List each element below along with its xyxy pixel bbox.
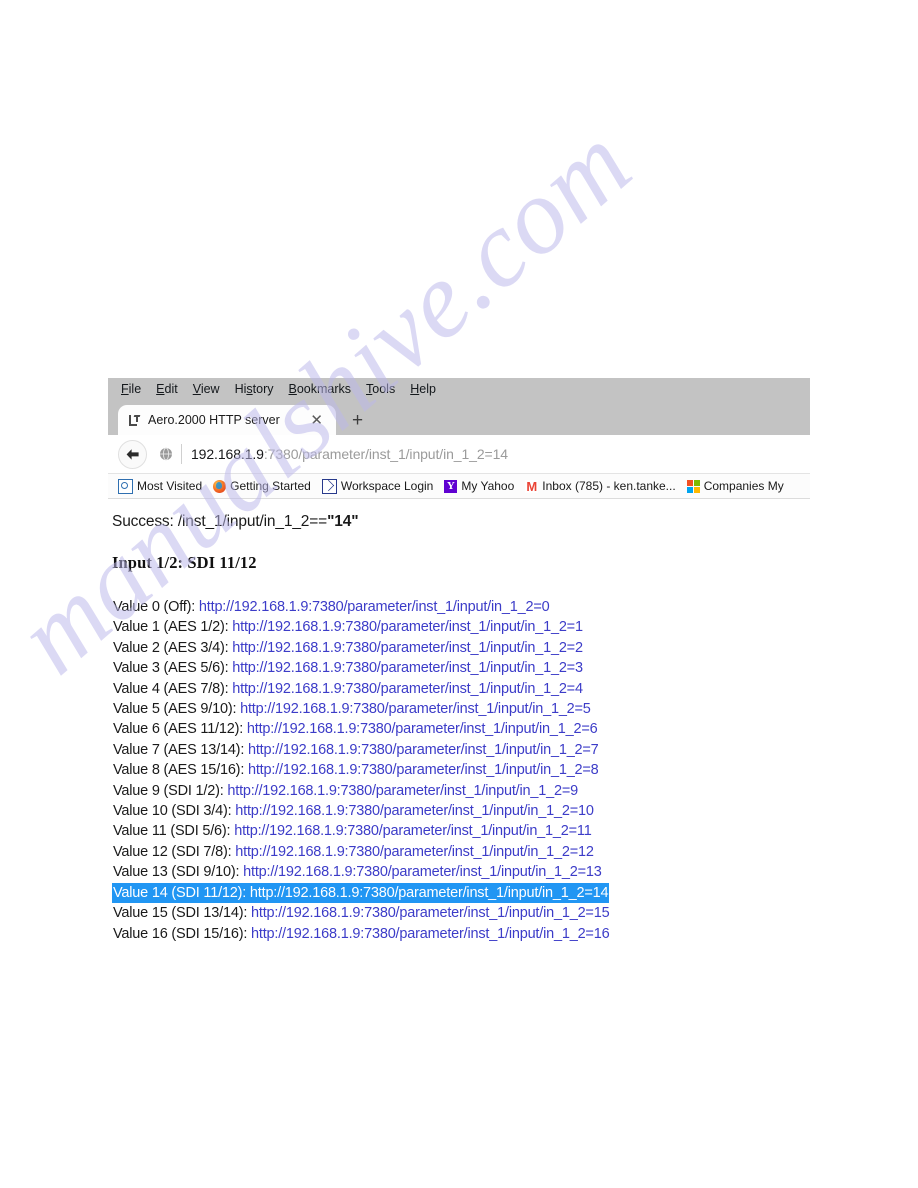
value-row[interactable]: Value 9 (SDI 1/2): http://192.168.1.9:73… [112, 781, 579, 801]
value-row-label: Value 10 (SDI 3/4): [113, 803, 236, 820]
value-row[interactable]: Value 11 (SDI 5/6): http://192.168.1.9:7… [112, 821, 593, 841]
value-row[interactable]: Value 3 (AES 5/6): http://192.168.1.9:73… [112, 658, 584, 678]
bookmark-label: My Yahoo [461, 479, 515, 493]
menu-item-view[interactable]: View [186, 381, 227, 398]
value-row-label: Value 14 (SDI 11/12): [113, 884, 250, 901]
value-row[interactable]: Value 8 (AES 15/16): http://192.168.1.9:… [112, 760, 600, 780]
back-button[interactable] [118, 439, 147, 469]
value-row-link[interactable]: http://192.168.1.9:7380/parameter/inst_1… [234, 823, 592, 839]
value-row[interactable]: Value 5 (AES 9/10): http://192.168.1.9:7… [112, 699, 592, 719]
menu-bar: File Edit View History Bookmarks Tools H… [108, 378, 810, 401]
value-row-link[interactable]: http://192.168.1.9:7380/parameter/inst_1… [248, 762, 599, 778]
value-row-link[interactable]: http://192.168.1.9:7380/parameter/inst_1… [240, 701, 591, 717]
tab-aero-2000-http-server[interactable]: Aero.2000 HTTP server ✕ [118, 405, 336, 435]
value-row[interactable]: Value 7 (AES 13/14): http://192.168.1.9:… [112, 740, 600, 760]
value-row[interactable]: Value 16 (SDI 15/16): http://192.168.1.9… [112, 924, 610, 944]
value-link-list: Value 0 (Off): http://192.168.1.9:7380/p… [112, 597, 810, 944]
value-row-selected[interactable]: Value 14 (SDI 11/12): http://192.168.1.9… [112, 882, 610, 904]
value-row-label: Value 15 (SDI 13/14): [113, 905, 251, 922]
value-row-label: Value 13 (SDI 9/10): [113, 864, 244, 881]
value-row-label: Value 8 (AES 15/16): [113, 762, 248, 779]
value-row-label: Value 0 (Off): [113, 599, 199, 615]
menu-item-edit[interactable]: Edit [149, 381, 185, 398]
bookmark-workspace-login[interactable]: Workspace Login [318, 478, 438, 495]
url-path: :7380/parameter/inst_1/input/in_1_2=14 [263, 446, 508, 462]
gmail-icon: M [525, 478, 539, 494]
page-favicon-icon [128, 414, 141, 427]
menu-item-help[interactable]: Help [403, 381, 443, 398]
value-row-label: Value 12 (SDI 7/8): [113, 843, 236, 860]
value-row-link[interactable]: http://192.168.1.9:7380/parameter/inst_1… [232, 640, 583, 656]
microsoft-icon [686, 479, 700, 493]
value-row[interactable]: Value 12 (SDI 7/8): http://192.168.1.9:7… [112, 842, 595, 862]
bookmarks-bar: Most Visited Getting Started Workspace L… [108, 474, 810, 499]
value-row[interactable]: Value 13 (SDI 9/10): http://192.168.1.9:… [112, 862, 603, 882]
bookmark-label: Companies My [703, 479, 784, 493]
bookmark-my-yahoo[interactable]: Y My Yahoo [440, 478, 518, 494]
value-row-link[interactable]: http://192.168.1.9:7380/parameter/inst_1… [248, 742, 599, 758]
bookmark-inbox[interactable]: M Inbox (785) - ken.tanke... [521, 478, 679, 494]
value-row-label: Value 7 (AES 13/14): [113, 741, 248, 758]
success-prefix: Success: /inst_1/input/in_1_2== [112, 513, 328, 530]
success-message: Success: /inst_1/input/in_1_2=="14" [112, 513, 810, 531]
menu-item-tools[interactable]: Tools [359, 381, 402, 398]
bookmark-companies-my[interactable]: Companies My [683, 478, 788, 494]
envelope-icon [321, 478, 337, 494]
navigation-bar: 192.168.1.9:7380/parameter/inst_1/input/… [108, 435, 810, 474]
url-host: 192.168.1.9 [191, 446, 264, 462]
value-row-link[interactable]: http://192.168.1.9:7380/parameter/inst_1… [232, 619, 583, 635]
value-row-link[interactable]: http://192.168.1.9:7380/parameter/inst_1… [199, 599, 550, 615]
browser-window: File Edit View History Bookmarks Tools H… [108, 378, 810, 963]
close-tab-icon[interactable]: ✕ [305, 413, 328, 428]
value-row[interactable]: Value 0 (Off): http://192.168.1.9:7380/p… [112, 597, 551, 617]
value-row-label: Value 5 (AES 9/10): [113, 701, 241, 718]
new-tab-icon[interactable]: + [352, 411, 363, 430]
bookmark-label: Getting Started [230, 479, 311, 493]
value-row-link[interactable]: http://192.168.1.9:7380/parameter/inst_1… [251, 905, 610, 921]
value-row-link[interactable]: http://192.168.1.9:7380/parameter/inst_1… [227, 783, 578, 799]
page-heading: Input 1/2: SDI 11/12 [112, 553, 257, 572]
value-row[interactable]: Value 15 (SDI 13/14): http://192.168.1.9… [112, 903, 610, 923]
menu-item-file[interactable]: File [114, 381, 148, 398]
value-row[interactable]: Value 1 (AES 1/2): http://192.168.1.9:73… [112, 617, 584, 637]
scanned-page: manualshive.com File Edit View History B… [0, 0, 918, 1188]
bookmark-most-visited[interactable]: Most Visited [114, 478, 206, 495]
value-row-link[interactable]: http://192.168.1.9:7380/parameter/inst_1… [250, 885, 609, 901]
page-content: Success: /inst_1/input/in_1_2=="14" Inpu… [108, 499, 810, 963]
url-bar[interactable]: 192.168.1.9:7380/parameter/inst_1/input/… [191, 446, 508, 462]
bookmark-label: Inbox (785) - ken.tanke... [542, 479, 676, 493]
value-row-label: Value 1 (AES 1/2): [113, 619, 233, 636]
menu-item-bookmarks[interactable]: Bookmarks [282, 381, 359, 398]
value-row-link[interactable]: http://192.168.1.9:7380/parameter/inst_1… [243, 864, 602, 880]
value-row[interactable]: Value 10 (SDI 3/4): http://192.168.1.9:7… [112, 801, 595, 821]
tab-strip: Aero.2000 HTTP server ✕ + [108, 401, 810, 435]
value-row[interactable]: Value 4 (AES 7/8): http://192.168.1.9:73… [112, 679, 584, 699]
success-value: "14" [327, 513, 359, 530]
value-row-label: Value 3 (AES 5/6): [113, 660, 233, 677]
yahoo-icon: Y [444, 479, 458, 493]
value-row-link[interactable]: http://192.168.1.9:7380/parameter/inst_1… [247, 721, 598, 737]
value-row-label: Value 9 (SDI 1/2): [113, 782, 228, 799]
bookmark-label: Most Visited [137, 479, 203, 493]
value-row-link[interactable]: http://192.168.1.9:7380/parameter/inst_1… [232, 681, 583, 697]
value-row-label: Value 11 (SDI 5/6): [113, 823, 235, 840]
bookmark-label: Workspace Login [340, 479, 434, 493]
most-visited-icon [118, 478, 133, 494]
menu-item-history[interactable]: History [228, 381, 281, 398]
firefox-icon [213, 479, 227, 493]
value-row[interactable]: Value 6 (AES 11/12): http://192.168.1.9:… [112, 719, 598, 739]
bookmark-getting-started[interactable]: Getting Started [209, 478, 315, 494]
globe-icon[interactable] [155, 447, 177, 461]
value-row-label: Value 2 (AES 3/4): [113, 639, 233, 656]
value-row-link[interactable]: http://192.168.1.9:7380/parameter/inst_1… [232, 660, 583, 676]
value-row-label: Value 4 (AES 7/8): [113, 680, 233, 697]
value-row-label: Value 6 (AES 11/12): [113, 721, 247, 738]
tab-title: Aero.2000 HTTP server [148, 413, 280, 427]
value-row-link[interactable]: http://192.168.1.9:7380/parameter/inst_1… [235, 844, 594, 860]
value-row-label: Value 16 (SDI 15/16): [113, 925, 251, 942]
value-row[interactable]: Value 2 (AES 3/4): http://192.168.1.9:73… [112, 638, 584, 658]
url-divider [181, 444, 182, 464]
value-row-link[interactable]: http://192.168.1.9:7380/parameter/inst_1… [251, 926, 610, 942]
value-row-link[interactable]: http://192.168.1.9:7380/parameter/inst_1… [235, 803, 594, 819]
